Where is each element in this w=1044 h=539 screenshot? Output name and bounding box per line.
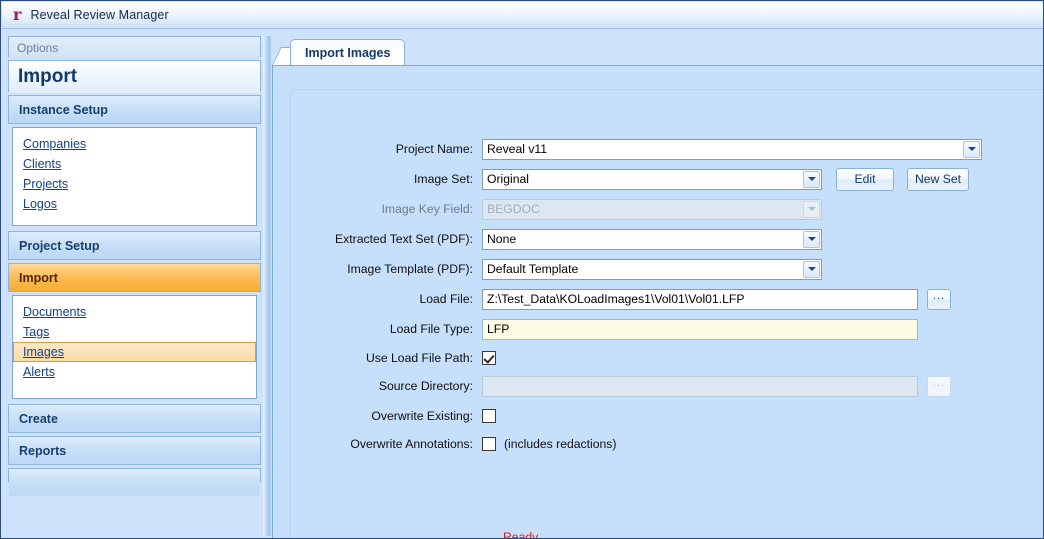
sidebar-group-header-instance-setup[interactable]: Instance Setup [9, 96, 260, 123]
load-file-input[interactable]: Z:\Test_Data\KOLoadImages1\Vol01\Vol01.L… [482, 288, 918, 310]
sidebar-list-import: Documents Tags Images Alerts [12, 295, 257, 399]
sidebar-item-documents[interactable]: Documents [13, 302, 256, 322]
sidebar-group-reports: Reports [8, 436, 261, 465]
overwrite-existing-checkbox[interactable] [482, 409, 496, 423]
sidebar-options-label: Options [9, 37, 260, 58]
image-template-combobox[interactable]: Default Template [482, 258, 822, 280]
load-file-value: Z:\Test_Data\KOLoadImages1\Vol01\Vol01.L… [487, 292, 745, 306]
sidebar-group-header-project-setup[interactable]: Project Setup [9, 232, 260, 259]
title-bar: r Reveal Review Manager [2, 2, 1043, 29]
source-directory-input [482, 375, 918, 397]
row-image-set: Image Set: Original Edit New Set [291, 167, 1011, 191]
sidebar-item-companies[interactable]: Companies [13, 134, 256, 154]
sidebar-group-header-import[interactable]: Import [9, 264, 260, 291]
window-title: Reveal Review Manager [30, 8, 169, 22]
label-load-file-type: Load File Type: [389, 322, 473, 336]
label-image-template: Image Template (PDF): [347, 262, 473, 276]
browse-load-file-button[interactable]: ... [927, 288, 951, 310]
label-overwrite-annotations: Overwrite Annotations: [350, 437, 473, 451]
label-image-set: Image Set: [414, 172, 473, 186]
chevron-down-icon [803, 200, 820, 218]
pane-divider [263, 36, 272, 536]
status-text: Ready. [503, 530, 541, 539]
row-image-key-field: Image Key Field: BEGDOC [291, 198, 1011, 220]
image-key-field-value: BEGDOC [487, 202, 540, 216]
sidebar-group-create: Create [8, 404, 261, 433]
load-file-type-value: LFP [487, 322, 510, 336]
new-set-button[interactable]: New Set [907, 167, 969, 191]
overwrite-annotations-hint: (includes redactions) [504, 437, 617, 451]
sidebar-group-header-create[interactable]: Create [9, 405, 260, 432]
browse-source-directory-button: ... [927, 375, 951, 397]
row-load-file-type: Load File Type: LFP [291, 318, 1011, 340]
sidebar-group-header-reports[interactable]: Reports [9, 437, 260, 464]
sidebar-page-title-block: Import [8, 60, 261, 93]
sidebar-group-partial [8, 468, 261, 496]
sidebar-item-projects[interactable]: Projects [13, 174, 256, 194]
reveal-logo-icon: r [13, 5, 22, 24]
browse-load-file-label: ... [932, 290, 946, 302]
row-overwrite-annotations: Overwrite Annotations: (includes redacti… [291, 433, 1011, 455]
project-name-value: Reveal v11 [487, 142, 548, 156]
page-title: Import [9, 61, 260, 93]
image-template-value: Default Template [487, 262, 579, 276]
overwrite-annotations-checkbox[interactable] [482, 437, 496, 451]
edit-button[interactable]: Edit [836, 167, 894, 191]
load-file-type-input[interactable]: LFP [482, 318, 918, 340]
chevron-down-icon[interactable] [803, 230, 820, 248]
row-extracted-text-set: Extracted Text Set (PDF): None [291, 228, 1011, 250]
label-load-file: Load File: [419, 292, 473, 306]
row-project-name: Project Name: Reveal v11 [291, 138, 1011, 160]
new-set-button-label: New Set [914, 172, 962, 186]
edit-button-label: Edit [854, 172, 876, 186]
tab-strip: Import Images [271, 35, 1043, 67]
sidebar-options-bar: Options [8, 36, 261, 58]
sidebar-item-clients[interactable]: Clients [13, 154, 256, 174]
tab-import-images-label: Import Images [305, 46, 391, 60]
label-use-load-file-path: Use Load File Path: [365, 351, 473, 365]
import-images-form-panel: Project Name: Reveal v11 Image Set: Orig… [290, 89, 1043, 539]
label-extracted-text-set: Extracted Text Set (PDF): [335, 232, 473, 246]
row-source-directory: Source Directory: ... [291, 375, 1011, 397]
label-overwrite-existing: Overwrite Existing: [371, 409, 473, 423]
use-load-file-path-checkbox[interactable] [482, 351, 496, 365]
panel-outer: Project Name: Reveal v11 Image Set: Orig… [272, 65, 1043, 539]
image-set-combobox[interactable]: Original [482, 168, 822, 190]
label-project-name: Project Name: [395, 142, 473, 156]
extracted-text-set-value: None [487, 232, 517, 246]
chevron-down-icon[interactable] [803, 170, 820, 188]
sidebar-item-alerts[interactable]: Alerts [13, 362, 256, 382]
sidebar-item-logos[interactable]: Logos [13, 194, 256, 214]
chevron-down-icon[interactable] [803, 260, 820, 278]
sidebar: Options Import Instance Setup Companies … [8, 36, 265, 536]
row-use-load-file-path: Use Load File Path: [291, 347, 1011, 369]
sidebar-group-import: Import [8, 263, 261, 292]
sidebar-item-tags[interactable]: Tags [13, 322, 256, 342]
sidebar-group-project-setup: Project Setup [8, 231, 261, 260]
sidebar-group-instance-setup: Instance Setup [8, 95, 261, 124]
label-source-directory: Source Directory: [378, 379, 473, 393]
application-window: r Reveal Review Manager Options Import I… [0, 0, 1044, 539]
sidebar-group-header-partial[interactable] [9, 469, 260, 496]
browse-source-directory-label: ... [932, 377, 946, 389]
sidebar-list-instance-setup: Companies Clients Projects Logos [12, 127, 257, 226]
label-image-key-field: Image Key Field: [381, 202, 473, 216]
chevron-down-icon[interactable] [963, 140, 980, 158]
extracted-text-set-combobox[interactable]: None [482, 228, 822, 250]
image-set-value: Original [487, 172, 529, 186]
content-pane: Import Images Project Name: Reveal v11 I… [271, 35, 1043, 539]
image-key-field-combobox: BEGDOC [482, 198, 822, 220]
sidebar-item-images[interactable]: Images [13, 342, 256, 362]
row-image-template: Image Template (PDF): Default Template [291, 258, 1011, 280]
project-name-combobox[interactable]: Reveal v11 [482, 138, 982, 160]
row-overwrite-existing: Overwrite Existing: [291, 405, 1011, 427]
tab-import-images[interactable]: Import Images [290, 39, 406, 66]
row-load-file: Load File: Z:\Test_Data\KOLoadImages1\Vo… [291, 288, 1011, 310]
